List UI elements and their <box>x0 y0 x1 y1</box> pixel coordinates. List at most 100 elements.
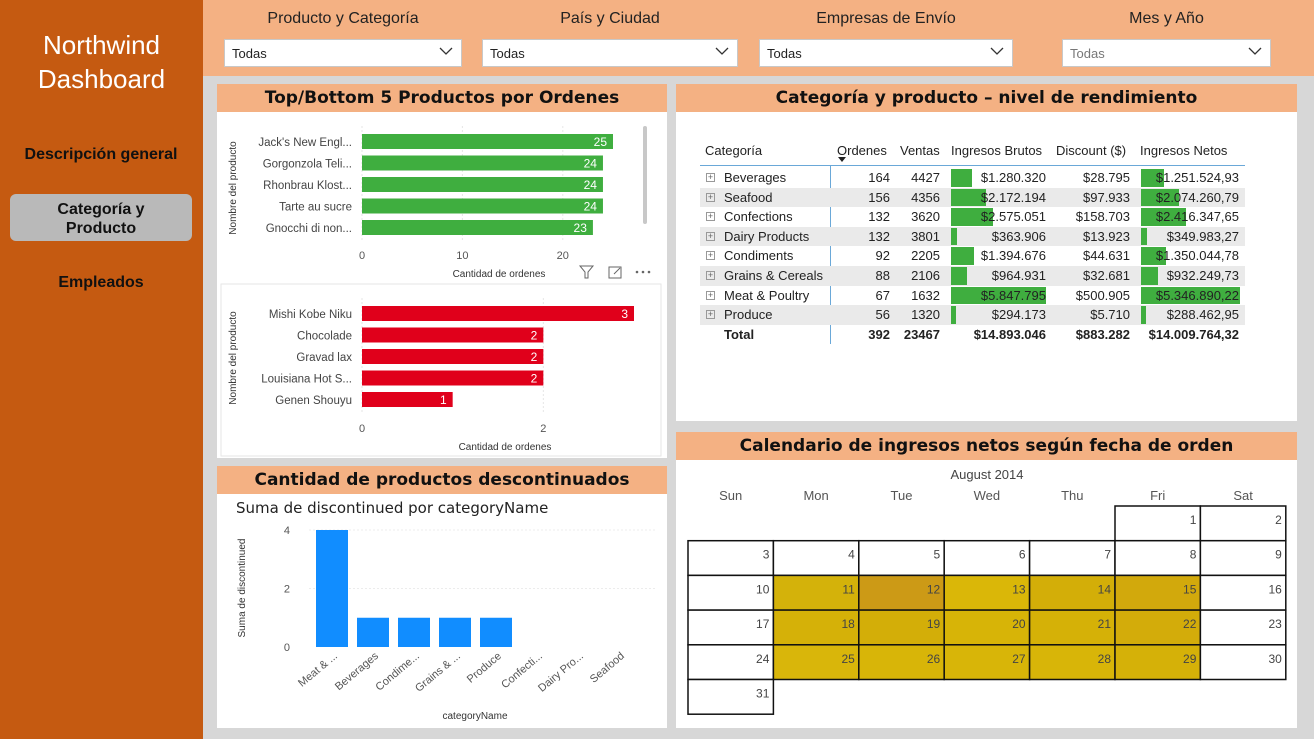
calendar-day-cell[interactable] <box>1199 505 1287 542</box>
bar[interactable] <box>362 134 613 149</box>
weekday-label: Mon <box>803 488 828 503</box>
x-tick-label: 10 <box>456 250 468 262</box>
bar[interactable] <box>362 177 603 192</box>
cell-ingresos-netos: $288.462,95 <box>1166 307 1239 323</box>
nav-label-line-1: Categoría y <box>57 201 145 218</box>
table-row[interactable]: + Grains & Cereals 88 2106 $964.931 $32.681 $9… <box>700 266 1245 286</box>
cell-discount: $13.923 <box>1083 228 1130 244</box>
calendar-day-cell[interactable] <box>1114 539 1202 577</box>
calendar-day-cell[interactable] <box>1114 505 1202 542</box>
brand-line-2: Dashboard <box>37 64 166 94</box>
cell-categoria: Confections <box>724 209 793 225</box>
category-label: Gorgonzola Teli... <box>263 159 352 171</box>
nav-categoria-producto[interactable]: Categoría y Producto <box>10 194 192 241</box>
bar[interactable] <box>362 306 634 321</box>
calendar-day-number: 29 <box>1183 652 1197 666</box>
table-row[interactable]: + Beverages 164 4427 $1.280.320 $28.795 $1.251… <box>700 168 1245 188</box>
bottom-y-axis-label: Nombre del producto <box>228 311 239 405</box>
cell-discount: $32.681 <box>1083 268 1130 283</box>
calendar-day-number: 27 <box>1012 652 1026 666</box>
bar-value-label: 2 <box>531 329 538 343</box>
bar[interactable] <box>362 349 544 364</box>
expand-icon[interactable]: + <box>706 231 715 241</box>
calendar-day-number: 16 <box>1268 582 1282 596</box>
expand-icon[interactable]: + <box>706 290 715 300</box>
chevron-down-icon <box>990 47 1004 55</box>
col-header-ingresos-netos[interactable]: Ingresos Netos <box>1140 140 1227 162</box>
bar[interactable] <box>362 370 544 386</box>
cell-categoria: Dairy Products <box>724 228 810 244</box>
expand-icon[interactable]: + <box>706 212 715 222</box>
calendar-month: August 2014 <box>950 467 1023 482</box>
filter-pais-dropdown[interactable]: Todas <box>482 39 738 67</box>
filter-label: Empresas de Envío <box>816 10 956 27</box>
category-label: Jack's New Engl... <box>258 137 352 149</box>
table-row[interactable]: + Condiments 92 2205 $1.394.676 $44.631 $1.350… <box>700 246 1245 266</box>
bar[interactable] <box>480 617 512 647</box>
cell-ingresos-brutos: $2.575.051 <box>980 209 1046 225</box>
x-tick-label: 0 <box>359 423 365 435</box>
scrollbar[interactable] <box>643 126 647 224</box>
bar[interactable] <box>362 198 603 214</box>
more-options-icon[interactable] <box>635 270 651 274</box>
bar-value-label: 3 <box>621 307 628 321</box>
filter-value: Todas <box>232 46 267 61</box>
bar[interactable] <box>398 617 430 647</box>
expand-icon[interactable]: + <box>706 192 715 202</box>
expand-icon[interactable]: + <box>706 310 715 320</box>
filter-bar: Producto y Categoría Todas País y Ciudad… <box>203 0 1314 76</box>
expand-icon[interactable]: + <box>706 173 715 182</box>
col-header-discount[interactable]: Discount ($) <box>1056 140 1126 162</box>
top-bottom-charts: Nombre del producto Cantidad de ordenes … <box>220 126 662 457</box>
calendar-day-number: 12 <box>927 582 941 596</box>
bar[interactable] <box>362 220 593 235</box>
filter-producto-dropdown[interactable]: Todas <box>224 39 462 67</box>
bar[interactable] <box>316 530 348 647</box>
calendar-day-cell[interactable] <box>1028 539 1116 577</box>
filter-value: Todas <box>490 46 525 61</box>
calendar-day-number: 21 <box>1098 617 1112 631</box>
category-label: Mishi Kobe Niku <box>269 309 352 321</box>
table-row[interactable]: + Confections 132 3620 $2.575.051 $158.703 $2.… <box>700 207 1245 227</box>
bar[interactable] <box>362 155 603 171</box>
col-header-ingresos-brutos[interactable]: Ingresos Brutos <box>951 140 1042 162</box>
calendar-day-cell[interactable] <box>943 539 1031 577</box>
filter-mes-dropdown[interactable]: Todas <box>1062 39 1271 67</box>
bar[interactable] <box>357 617 389 647</box>
col-header-categoria[interactable]: Categoría <box>705 140 762 162</box>
cell-discount: $500.905 <box>1075 287 1130 303</box>
bar[interactable] <box>362 327 544 343</box>
calendar-day-number: 4 <box>848 548 855 562</box>
calendar-day-cell[interactable] <box>687 539 775 577</box>
calendar-day-number: 2 <box>1275 513 1282 527</box>
table-row[interactable]: + Produce 56 1320 $294.173 $5.710 $288.462,95 <box>700 305 1245 325</box>
filter-icon[interactable] <box>578 265 595 279</box>
table-row[interactable]: + Seafood 156 4356 $2.172.194 $97.933 $2.074.2… <box>700 187 1245 208</box>
calendar-day-cell[interactable] <box>858 539 945 577</box>
table-row[interactable]: + Dairy Products 132 3801 $363.906 $13.923 $34… <box>700 226 1245 247</box>
calendar-day-number: 1 <box>1190 513 1197 527</box>
nav-descripcion-general[interactable]: Descripción general <box>10 146 192 168</box>
weekday-label: Wed <box>974 488 1001 503</box>
category-label: Chocolade <box>297 331 352 343</box>
expand-icon[interactable]: + <box>706 251 715 261</box>
cell-ingresos-brutos: $5.847.795 <box>980 287 1046 303</box>
filter-value: Todas <box>1070 46 1105 61</box>
filter-envio-dropdown[interactable]: Todas <box>759 39 1013 67</box>
weekday-label: Sat <box>1233 488 1253 503</box>
total-ingresos-netos: $14.009.764,32 <box>1148 326 1239 342</box>
cell-ingresos-netos: $349.983,27 <box>1166 228 1239 244</box>
bar[interactable] <box>439 617 471 647</box>
calendar-day-number: 15 <box>1183 582 1197 596</box>
focus-mode-icon[interactable] <box>608 266 622 279</box>
calendar-day-cell[interactable] <box>1199 539 1287 577</box>
cell-ventas: 1632 <box>911 287 940 303</box>
nav-empleados[interactable]: Empleados <box>10 274 192 296</box>
bar-value-label: 2 <box>531 350 538 364</box>
expand-icon[interactable]: + <box>706 271 715 280</box>
cell-ventas: 2205 <box>911 248 940 264</box>
calendar-day-cell[interactable] <box>772 539 860 577</box>
nav-label: Empleados <box>58 274 144 291</box>
table-row[interactable]: + Meat & Poultry 67 1632 $5.847.795 $500.905 $… <box>700 286 1245 306</box>
col-header-ventas[interactable]: Ventas <box>900 140 940 162</box>
